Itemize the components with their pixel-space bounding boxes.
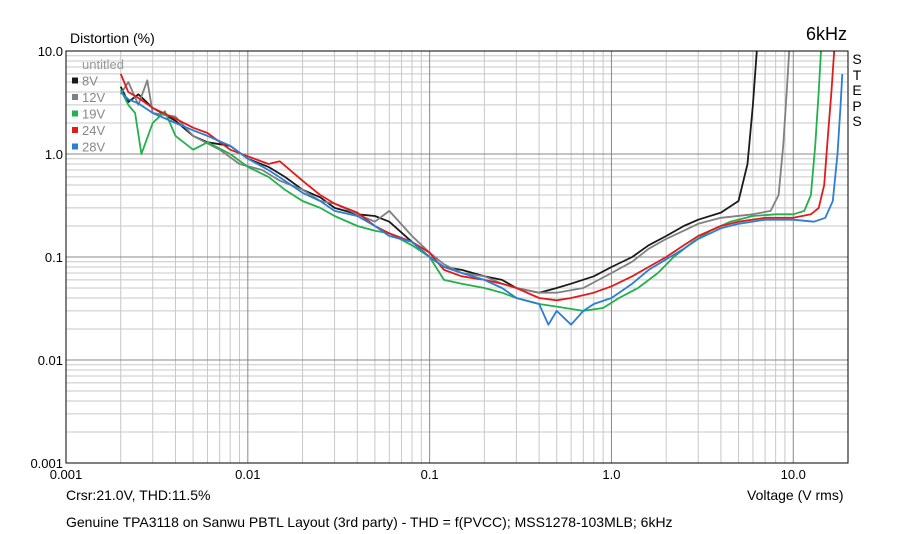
y-tick-label: 10.0: [38, 44, 63, 59]
x-tick-label: 0.01: [235, 467, 260, 482]
legend-entry-28v: 28V: [72, 140, 105, 155]
legend-entry-untitled: untitled: [82, 57, 124, 72]
legend-entry-19v: 19V: [72, 107, 105, 122]
x-tick-label: 0.1: [421, 467, 439, 482]
legend-label: 19V: [82, 107, 105, 122]
legend-marker: [72, 127, 78, 133]
steps-letter: P: [852, 97, 862, 114]
legend-entry-8v: 8V: [72, 74, 98, 89]
legend-entry-24v: 24V: [72, 123, 105, 138]
steps-letter: S: [852, 51, 862, 67]
y-tick-label: 0.001: [30, 456, 63, 471]
legend-label: 8V: [82, 74, 98, 89]
legend-marker: [72, 110, 78, 117]
x-axis-label: Voltage (V rms): [747, 487, 844, 503]
legend-label: 28V: [82, 140, 105, 155]
legend-marker: [72, 143, 78, 150]
steps-letter: S: [852, 113, 862, 129]
y-tick-label: 0.01: [38, 353, 63, 368]
chart-title: Distortion (%): [70, 30, 155, 46]
frequency-label: 6kHz: [806, 24, 848, 44]
legend-label: untitled: [82, 57, 124, 72]
x-tick-label: 10.0: [781, 467, 806, 482]
steps-label: STEPS: [851, 51, 863, 130]
series-line-8v: [119, 50, 758, 294]
thd-chart: 0.001 0.01 0.1 1.0 10.00.0010.010.11.010.0 u…: [30, 44, 849, 482]
legend-marker: [72, 77, 78, 84]
x-tick-label: 1.0: [602, 467, 620, 482]
legend-marker: [72, 94, 78, 100]
legend-label: 12V: [82, 90, 105, 105]
steps-letter: E: [852, 82, 862, 98]
chart-caption: Genuine TPA3118 on Sanwu PBTL Layout (3r…: [66, 514, 673, 530]
cursor-readout: Crsr:21.0V, THD:11.5%: [66, 487, 211, 503]
y-tick-label: 1.0: [45, 147, 63, 162]
legend: untitled 8V12V 19V24V 28V: [72, 57, 124, 155]
y-tick-label: 0.1: [45, 250, 63, 265]
steps-letter: T: [852, 66, 862, 83]
series-line-12v: [119, 50, 791, 294]
legend-label: 24V: [82, 123, 105, 138]
series-line-24v: [119, 50, 836, 302]
